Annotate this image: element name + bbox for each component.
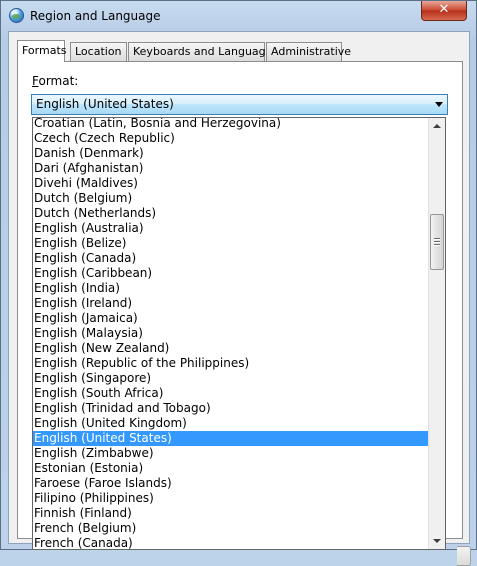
list-item[interactable]: Czech (Czech Republic): [33, 131, 429, 146]
list-item[interactable]: English (Caribbean): [33, 266, 429, 281]
list-item[interactable]: French (Canada): [33, 536, 429, 549]
tab-formats[interactable]: Formats: [17, 40, 67, 62]
list-item[interactable]: English (Ireland): [33, 296, 429, 311]
format-label: Format:: [32, 74, 78, 88]
tab-location[interactable]: Location: [70, 42, 127, 61]
list-item[interactable]: English (South Africa): [33, 386, 429, 401]
list-item[interactable]: English (Australia): [33, 221, 429, 236]
format-combobox[interactable]: English (United States): [31, 94, 448, 115]
list-item[interactable]: English (Belize): [33, 236, 429, 251]
list-item[interactable]: Dutch (Belgium): [33, 191, 429, 206]
list-item[interactable]: English (Malaysia): [33, 326, 429, 341]
vertical-scrollbar[interactable]: [428, 118, 445, 549]
list-item[interactable]: English (Zimbabwe): [33, 446, 429, 461]
list-item[interactable]: Divehi (Maldives): [33, 176, 429, 191]
list-item[interactable]: Croatian (Latin, Bosnia and Herzegovina): [33, 118, 429, 131]
list-item[interactable]: English (Jamaica): [33, 311, 429, 326]
list-item[interactable]: French (Belgium): [33, 521, 429, 536]
list-item[interactable]: English (Republic of the Philippines): [33, 356, 429, 371]
dropdown-items: Croatian (Latin, Bosnia and Herzegovina)…: [33, 118, 429, 549]
list-item[interactable]: Filipino (Philippines): [33, 491, 429, 506]
list-item[interactable]: Dutch (Netherlands): [33, 206, 429, 221]
window-title: Region and Language: [30, 9, 161, 23]
tab-keyboards-and-languages[interactable]: Keyboards and Languages: [128, 42, 278, 61]
list-item[interactable]: English (Trinidad and Tobago): [33, 401, 429, 416]
list-item[interactable]: Danish (Denmark): [33, 146, 429, 161]
format-dropdown-list[interactable]: Croatian (Latin, Bosnia and Herzegovina)…: [32, 117, 446, 550]
chevron-down-icon[interactable]: [435, 102, 443, 107]
close-icon: ✕: [438, 2, 450, 17]
format-selected-value: English (United States): [36, 97, 174, 111]
list-item[interactable]: Dari (Afghanistan): [33, 161, 429, 176]
scroll-down-arrow-icon[interactable]: [429, 532, 445, 549]
list-item[interactable]: Finnish (Finland): [33, 506, 429, 521]
list-item[interactable]: Faroese (Faroe Islands): [33, 476, 429, 491]
list-item[interactable]: English (New Zealand): [33, 341, 429, 356]
format-label-text: ormat:: [38, 74, 79, 88]
grip-line-icon: [434, 244, 440, 245]
grip-line-icon: [434, 241, 440, 242]
globe-icon: [9, 8, 24, 23]
grip-line-icon: [434, 238, 440, 239]
partially-hidden-button[interactable]: [457, 546, 471, 566]
close-button[interactable]: ✕: [421, 1, 467, 21]
list-item[interactable]: English (United States): [33, 431, 429, 446]
tab-administrative[interactable]: Administrative: [266, 42, 351, 61]
list-item[interactable]: English (Singapore): [33, 371, 429, 386]
scroll-thumb[interactable]: [430, 214, 444, 270]
list-item[interactable]: Estonian (Estonia): [33, 461, 429, 476]
title-bar[interactable]: Region and Language ✕: [1, 1, 476, 31]
list-item[interactable]: English (Canada): [33, 251, 429, 266]
list-item[interactable]: English (United Kingdom): [33, 416, 429, 431]
scroll-up-arrow-icon[interactable]: [429, 118, 445, 135]
list-item[interactable]: English (India): [33, 281, 429, 296]
